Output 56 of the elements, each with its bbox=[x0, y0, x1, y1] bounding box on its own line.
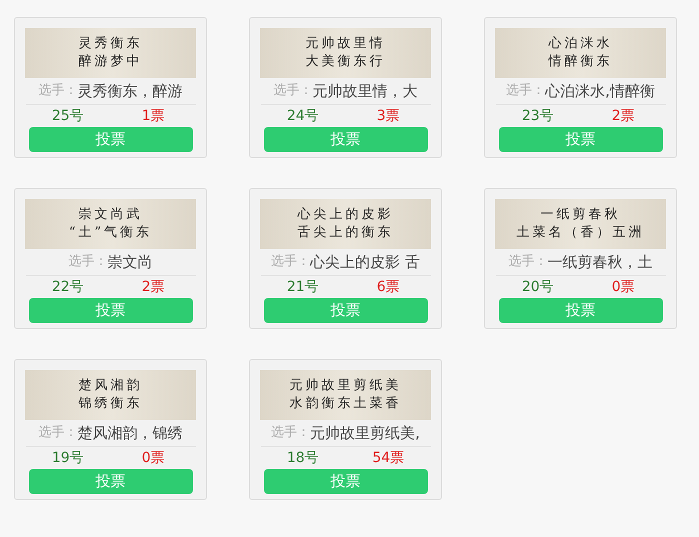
contestant-name: 元帅故里情，大 bbox=[312, 80, 418, 102]
title-line: 心泊洣水 bbox=[548, 35, 612, 53]
contestant-label: 选手： bbox=[274, 82, 312, 100]
vote-count: 1票 bbox=[140, 106, 166, 126]
contestant-name: 元帅故里剪纸美, bbox=[310, 422, 420, 444]
title-line: 水韵衡东土菜香 bbox=[290, 395, 402, 413]
contestant-label: 选手： bbox=[506, 82, 546, 100]
title-line: 心尖上的皮影 bbox=[298, 206, 394, 224]
contestant-label: 选手： bbox=[271, 424, 310, 442]
contestant-name: 心泊洣水,情醉衡 bbox=[545, 80, 655, 102]
title-line: 大美衡东行 bbox=[306, 53, 386, 71]
contestant-name: 楚风湘韵，锦绣 bbox=[78, 422, 182, 444]
title-line: 土菜名（香）五洲 bbox=[516, 224, 644, 242]
title-line: 醉游梦中 bbox=[78, 53, 142, 71]
vote-count: 0票 bbox=[610, 278, 636, 296]
contestant-label: 选手： bbox=[508, 253, 548, 272]
title-line: 舌尖上的衡东 bbox=[298, 224, 394, 242]
vote-count: 54票 bbox=[371, 448, 406, 468]
entry-number: 23号 bbox=[520, 106, 555, 126]
title-line: 元帅故里剪纸美 bbox=[290, 377, 402, 395]
vote-count: 2票 bbox=[140, 278, 166, 296]
vote-button[interactable]: 投票 bbox=[264, 127, 428, 152]
vote-button[interactable]: 投票 bbox=[264, 469, 428, 494]
vote-button[interactable]: 投票 bbox=[28, 469, 192, 494]
vote-button[interactable]: 投票 bbox=[28, 127, 192, 152]
title-line: 崇文尚武 bbox=[78, 206, 142, 224]
entry-number: 22号 bbox=[50, 278, 85, 296]
title-line: 元帅故里情 bbox=[306, 35, 386, 53]
title-line: “土”气衡东 bbox=[68, 224, 152, 242]
vote-count: 0票 bbox=[140, 448, 166, 468]
entry-number: 21号 bbox=[286, 278, 320, 296]
contestant-label: 选手： bbox=[38, 424, 78, 442]
contestant-label: 选手： bbox=[271, 253, 310, 272]
vote-button[interactable]: 投票 bbox=[498, 127, 662, 152]
entry-number: 20号 bbox=[520, 278, 555, 296]
contestant-name: 一纸剪春秋，土 bbox=[548, 252, 652, 273]
title-line: 一纸剪春秋 bbox=[540, 206, 620, 224]
title-line: 锦绣衡东 bbox=[78, 395, 142, 413]
contestant-label: 选手： bbox=[38, 82, 78, 100]
contestant-name: 崇文尚 bbox=[108, 252, 152, 273]
contestant-name: 灵秀衡东，醉游 bbox=[78, 80, 182, 102]
vote-button[interactable]: 投票 bbox=[28, 298, 192, 323]
title-line: 楚风湘韵 bbox=[78, 377, 142, 395]
title-line: 灵秀衡东 bbox=[78, 35, 142, 53]
entry-number: 25号 bbox=[50, 106, 85, 126]
entry-number: 19号 bbox=[50, 448, 85, 468]
entry-number: 18号 bbox=[286, 448, 320, 468]
vote-button[interactable]: 投票 bbox=[498, 298, 662, 323]
contestant-name: 心尖上的皮影 舌 bbox=[310, 252, 420, 273]
title-line: 情醉衡东 bbox=[548, 53, 612, 71]
entry-number: 24号 bbox=[286, 106, 320, 126]
vote-count: 6票 bbox=[376, 278, 401, 296]
vote-count: 3票 bbox=[376, 106, 401, 126]
vote-button[interactable]: 投票 bbox=[264, 298, 428, 323]
vote-count: 2票 bbox=[610, 106, 636, 126]
contestant-label: 选手： bbox=[68, 253, 108, 272]
